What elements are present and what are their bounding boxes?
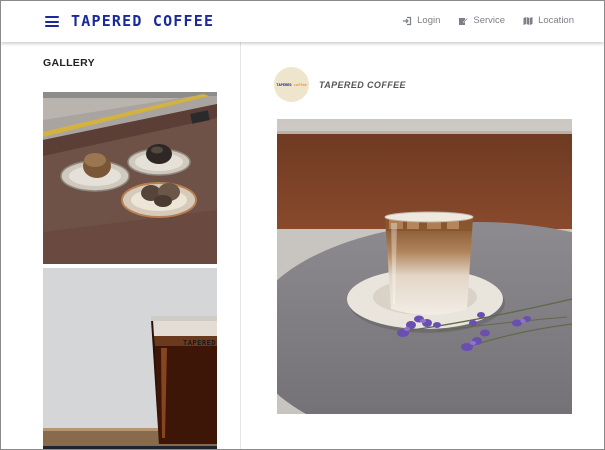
edit-icon xyxy=(459,17,469,25)
brand-title[interactable]: TAPERED COFFEE xyxy=(71,12,214,30)
avatar-logo-text: TAPERED coffee xyxy=(276,82,307,87)
app-window: TAPERED COFFEE Login Service Location GA… xyxy=(0,0,605,450)
login-icon xyxy=(403,16,412,25)
gallery-thumbnail-donuts[interactable] xyxy=(43,92,217,264)
gallery-title: GALLERY xyxy=(43,57,95,69)
nav-service-label: Service xyxy=(473,15,506,26)
post-photo-iced-latte[interactable] xyxy=(277,119,572,414)
nav-location-label: Location xyxy=(538,15,574,26)
account-name[interactable]: TAPERED COFFEE xyxy=(319,80,406,90)
nav-links: Login Service Location xyxy=(402,15,574,26)
map-icon xyxy=(523,16,533,25)
feed-post: TAPERED coffee TAPERED COFFEE xyxy=(242,42,604,449)
gallery-thumbnail-iced-coffee[interactable]: TAPERED xyxy=(43,268,217,448)
svg-text:TAPERED: TAPERED xyxy=(183,339,216,347)
iced-coffee-photo: TAPERED xyxy=(43,268,217,448)
iced-latte-photo xyxy=(277,119,572,414)
donuts-photo xyxy=(43,92,217,264)
nav-service[interactable]: Service xyxy=(458,15,505,26)
gallery-panel: GALLERY TAPERED xyxy=(1,42,241,449)
hamburger-menu-icon[interactable] xyxy=(45,16,59,27)
account-avatar[interactable]: TAPERED coffee xyxy=(274,67,309,102)
nav-login-label: Login xyxy=(417,15,441,26)
top-navbar: TAPERED COFFEE Login Service Location xyxy=(1,1,604,42)
nav-login[interactable]: Login xyxy=(402,15,440,26)
gallery-thumbnail-partial[interactable] xyxy=(43,446,217,449)
nav-location[interactable]: Location xyxy=(523,15,574,26)
